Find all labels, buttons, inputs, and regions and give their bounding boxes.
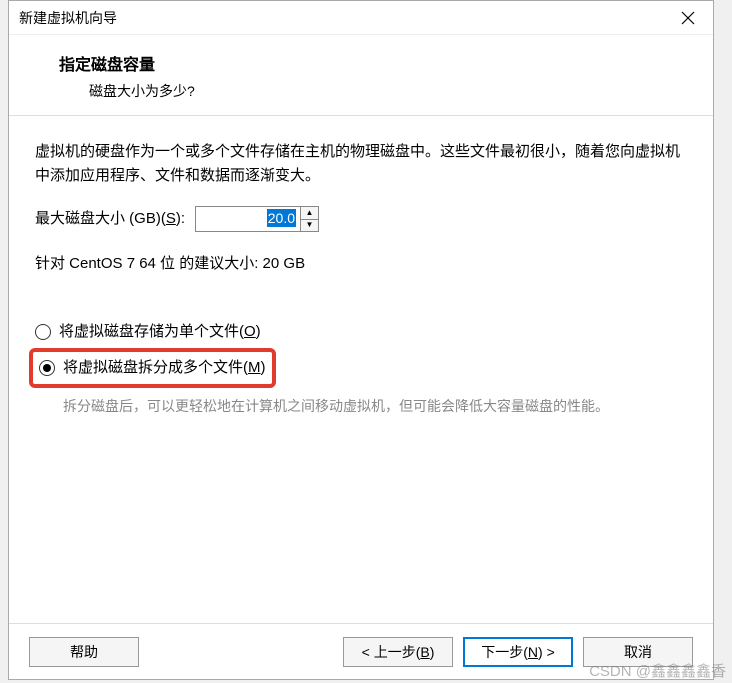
radio-single-file[interactable]: 将虚拟磁盘存储为单个文件(O) (35, 316, 687, 348)
radio-split-files[interactable]: 将虚拟磁盘拆分成多个文件(M) (39, 354, 266, 382)
back-button[interactable]: < 上一步(B) (343, 637, 453, 667)
recommended-size-text: 针对 CentOS 7 64 位 的建议大小: 20 GB (35, 252, 687, 276)
disk-size-label: 最大磁盘大小 (GB)(S): (35, 207, 185, 231)
spinner-up-button[interactable]: ▲ (301, 207, 318, 220)
new-vm-wizard-dialog: 新建虚拟机向导 指定磁盘容量 磁盘大小为多少? 虚拟机的硬盘作为一个或多个文件存… (8, 0, 714, 680)
radio-icon (35, 324, 51, 340)
spinner-down-button[interactable]: ▼ (301, 220, 318, 232)
page-subtitle: 磁盘大小为多少? (89, 81, 689, 101)
radio-icon (39, 360, 55, 376)
spinner-buttons: ▲ ▼ (300, 207, 318, 231)
next-button[interactable]: 下一步(N) > (463, 637, 573, 667)
close-icon (681, 11, 695, 25)
highlighted-option: 将虚拟磁盘拆分成多个文件(M) (29, 348, 276, 388)
help-button[interactable]: 帮助 (29, 637, 139, 667)
split-hint-text: 拆分磁盘后，可以更轻松地在计算机之间移动虚拟机，但可能会降低大容量磁盘的性能。 (63, 396, 687, 417)
page-title: 指定磁盘容量 (59, 51, 689, 75)
close-button[interactable] (673, 3, 703, 33)
titlebar: 新建虚拟机向导 (9, 1, 713, 35)
disk-split-radio-group: 将虚拟磁盘存储为单个文件(O) 将虚拟磁盘拆分成多个文件(M) 拆分磁盘后，可以… (35, 316, 687, 417)
cancel-button[interactable]: 取消 (583, 637, 693, 667)
description-text: 虚拟机的硬盘作为一个或多个文件存储在主机的物理磁盘中。这些文件最初很小，随着您向… (35, 140, 687, 188)
disk-size-input[interactable]: 20.0 (196, 207, 300, 231)
wizard-header: 指定磁盘容量 磁盘大小为多少? (9, 35, 713, 115)
disk-size-spinner[interactable]: 20.0 ▲ ▼ (195, 206, 319, 232)
footer-buttons: 帮助 < 上一步(B) 下一步(N) > 取消 (9, 623, 713, 679)
radio-split-files-label: 将虚拟磁盘拆分成多个文件(M) (63, 356, 266, 380)
disk-size-row: 最大磁盘大小 (GB)(S): 20.0 ▲ ▼ (35, 206, 687, 232)
dialog-title: 新建虚拟机向导 (19, 8, 117, 28)
radio-single-file-label: 将虚拟磁盘存储为单个文件(O) (59, 320, 261, 344)
content-area: 虚拟机的硬盘作为一个或多个文件存储在主机的物理磁盘中。这些文件最初很小，随着您向… (9, 116, 713, 623)
